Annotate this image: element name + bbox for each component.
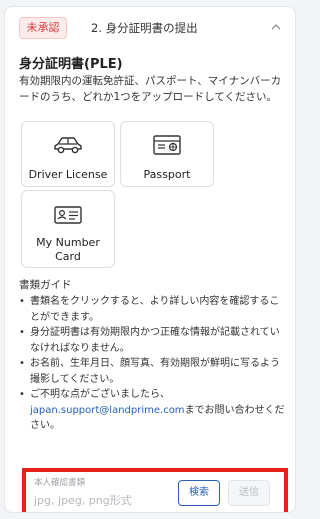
driver-license-label: Driver License [28, 168, 108, 181]
search-button[interactable]: 検索 [178, 480, 220, 506]
status-badge: 未承認 [19, 17, 67, 39]
passport-label: Passport [143, 168, 191, 181]
chevron-up-icon[interactable] [269, 20, 283, 34]
send-button[interactable]: 送信 [228, 480, 270, 506]
guide-contact-item: ご不明な点がございましたら、 japan.support@landprime.co… [19, 387, 285, 434]
car-icon [54, 137, 82, 154]
step-header[interactable]: 未承認 2. 身分証明書の提出 [15, 17, 287, 43]
passport-button[interactable]: Passport [120, 121, 214, 187]
id-verification-card: 未承認 2. 身分証明書の提出 身分証明書(PLE) 有効期限内の運転免許証、パ… [4, 6, 296, 513]
guide-item: 身分証明書は有効期限内かつ正確な情報が記載されていなければなりません。 [19, 325, 285, 356]
my-number-card-button[interactable]: My Number Card [21, 190, 115, 268]
guide-list: 書類名をクリックすると、より詳しい内容を確認することができます。 身分証明書は有… [19, 294, 285, 434]
section-title: 身分証明書(PLE) [19, 57, 123, 72]
upload-label: 本人確認書類 [34, 478, 86, 488]
upload-placeholder[interactable]: jpg, jpeg, png形式 [34, 492, 132, 508]
step-title: 2. 身分証明書の提出 [91, 21, 198, 35]
upload-field[interactable]: 本人確認書類 jpg, jpeg, png形式 検索 送信 [22, 468, 288, 512]
my-number-label-line2: Card [55, 250, 81, 263]
passport-icon [153, 135, 181, 155]
section-description: 有効期限内の運転免許証、パスポート、マイナンバーカードのうち、どれか1つをアップ… [19, 75, 282, 103]
id-card-icon [54, 206, 82, 224]
guide-item: お名前、生年月日、顔写真、有効期限が鮮明に写るよう撮影してください。 [19, 356, 285, 387]
support-email-link[interactable]: japan.support@landprime.com [30, 405, 185, 416]
contact-prefix: ご不明な点がございましたら、 [30, 389, 170, 400]
driver-license-button[interactable]: Driver License [21, 121, 115, 187]
guide-item: 書類名をクリックすると、より詳しい内容を確認することができます。 [19, 294, 285, 325]
my-number-label-line1: My Number [36, 236, 100, 249]
guide-title: 書類ガイド [19, 279, 72, 291]
